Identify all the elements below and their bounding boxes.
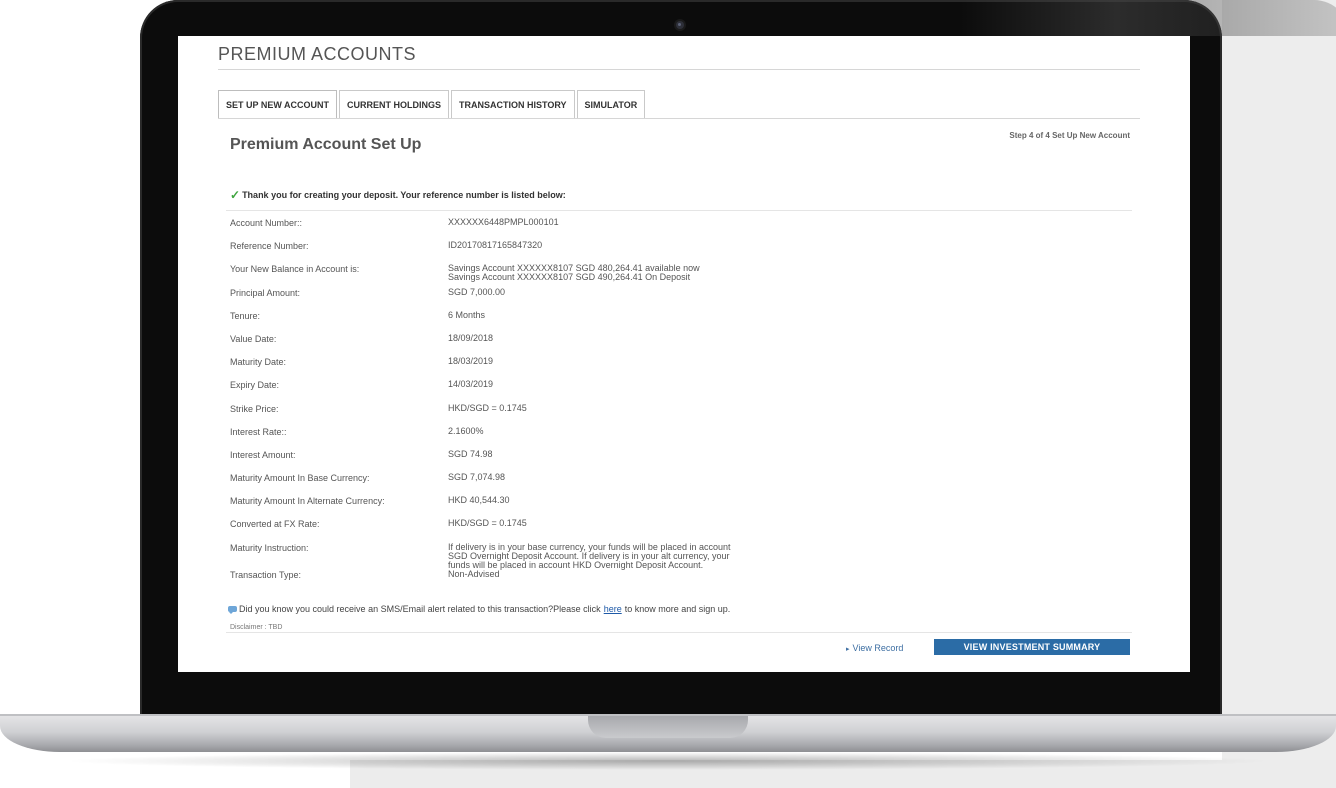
detail-row: Value Date: 18/09/2018 xyxy=(230,332,1130,357)
detail-row: Maturity Amount In Base Currency: SGD 7,0… xyxy=(230,473,1130,496)
check-icon: ✓ xyxy=(230,188,241,202)
detail-row: Transaction Type: Non-Advised xyxy=(230,568,1130,593)
detail-value: SGD 74.98 xyxy=(448,448,1130,473)
tab-current-holdings[interactable]: CURRENT HOLDINGS xyxy=(339,90,450,118)
page-title: Premium Account Set Up xyxy=(230,136,422,153)
detail-label: Transaction Type: xyxy=(230,569,302,580)
detail-row: Strike Price: HKD/SGD = 0.1745 xyxy=(230,402,1130,427)
detail-row: Interest Amount: SGD 74.98 xyxy=(230,448,1130,473)
detail-value: If delivery is in your base currency, yo… xyxy=(448,542,1130,570)
divider xyxy=(218,69,1140,70)
chat-icon xyxy=(228,606,237,614)
detail-label: Tenure: xyxy=(230,310,261,321)
detail-value: 14/03/2019 xyxy=(448,380,1130,403)
detail-label: Maturity Instruction: xyxy=(230,542,309,553)
divider xyxy=(218,118,1140,119)
detail-value-line: Non-Advised xyxy=(448,568,500,579)
detail-row: Tenure: 6 Months xyxy=(230,309,1130,334)
detail-value: XXXXXX6448PMPL000101 xyxy=(448,218,1130,241)
detail-value: 2.1600% xyxy=(448,425,1130,450)
backdrop xyxy=(1222,0,1336,788)
detail-row: Maturity Date: 18/03/2019 xyxy=(230,357,1130,380)
detail-row: Interest Rate:: 2.1600% xyxy=(230,425,1130,450)
detail-value: Savings Account XXXXXX8107 SGD 480,264.4… xyxy=(448,264,1130,287)
laptop-notch xyxy=(588,716,748,738)
detail-value: SGD 7,000.00 xyxy=(448,286,1130,311)
details-table: Account Number:: XXXXXX6448PMPL000101 Refe… xyxy=(230,218,1130,593)
detail-label: Value Date: xyxy=(230,333,277,344)
detail-value-line: 2.1600% xyxy=(448,425,484,436)
detail-label: Interest Rate:: xyxy=(230,426,287,437)
detail-value-line: funds will be placed in account HKD Over… xyxy=(448,559,704,570)
tab-simulator[interactable]: SIMULATOR xyxy=(576,90,646,118)
step-indicator: Step 4 of 4 Set Up New Account xyxy=(1009,131,1130,140)
tab-transaction-history[interactable]: TRANSACTION HISTORY xyxy=(451,90,575,118)
detail-label: Reference Number: xyxy=(230,241,309,252)
laptop-shadow xyxy=(60,752,1276,770)
detail-value: HKD/SGD = 0.1745 xyxy=(448,519,1130,542)
confirmation-message: ✓ Thank you for creating your deposit. Y… xyxy=(230,188,566,202)
detail-row: Maturity Amount In Alternate Currency: HK… xyxy=(230,496,1130,519)
detail-label: Your New Balance in Account is: xyxy=(230,264,360,275)
detail-value: 6 Months xyxy=(448,309,1130,334)
detail-value-line: SGD 7,074.98 xyxy=(448,472,506,483)
detail-value-line: Savings Account XXXXXX8107 SGD 490,264.4… xyxy=(448,272,691,283)
detail-value: 18/03/2019 xyxy=(448,357,1130,380)
tab-set-up-new-account[interactable]: SET UP NEW ACCOUNT xyxy=(218,90,338,118)
detail-label: Maturity Amount In Alternate Currency: xyxy=(230,496,385,507)
detail-row: Converted at FX Rate: HKD/SGD = 0.1745 xyxy=(230,519,1130,542)
view-investment-summary-button[interactable]: VIEW INVESTMENT SUMMARY xyxy=(934,639,1130,655)
detail-value-line: SGD 7,000.00 xyxy=(448,286,506,297)
disclaimer: Disclaimer : TBD xyxy=(230,624,283,631)
detail-label: Maturity Amount In Base Currency: xyxy=(230,473,370,484)
detail-label: Maturity Date: xyxy=(230,357,287,368)
detail-value: ID20170817165847320 xyxy=(448,241,1130,264)
detail-label: Strike Price: xyxy=(230,403,279,414)
divider xyxy=(226,632,1132,633)
detail-label: Principal Amount: xyxy=(230,287,301,298)
detail-row: Expiry Date: 14/03/2019 xyxy=(230,380,1130,403)
detail-value-line: XXXXXX6448PMPL000101 xyxy=(448,217,559,227)
detail-label: Expiry Date: xyxy=(230,380,280,391)
detail-value-line: SGD 74.98 xyxy=(448,448,493,459)
detail-value-line: HKD 40,544.30 xyxy=(448,495,510,506)
tab-bar: SET UP NEW ACCOUNT CURRENT HOLDINGS TRAN… xyxy=(218,90,647,118)
detail-value: HKD/SGD = 0.1745 xyxy=(448,402,1130,427)
detail-row: Maturity Instruction: If delivery is in y… xyxy=(230,542,1130,570)
app-title: PREMIUM ACCOUNTS xyxy=(218,44,417,64)
detail-row: Principal Amount: SGD 7,000.00 xyxy=(230,286,1130,311)
screen: PREMIUM ACCOUNTS SET UP NEW ACCOUNT CURR… xyxy=(178,36,1190,672)
divider xyxy=(226,210,1132,211)
detail-value-line: 18/03/2019 xyxy=(448,356,494,367)
detail-value-line: 6 Months xyxy=(448,309,486,320)
here-link[interactable]: here xyxy=(604,604,622,614)
detail-value-line: HKD/SGD = 0.1745 xyxy=(448,402,527,413)
arrow-right-icon: ▸ xyxy=(846,646,850,653)
detail-row: Your New Balance in Account is: Savings A… xyxy=(230,264,1130,287)
detail-row: Reference Number: ID20170817165847320 xyxy=(230,241,1130,264)
detail-value: SGD 7,074.98 xyxy=(448,473,1130,496)
detail-label: Converted at FX Rate: xyxy=(230,519,320,530)
alert-notice: Did you know you could receive an SMS/Em… xyxy=(228,604,730,614)
detail-value-line: 18/09/2018 xyxy=(448,332,494,343)
detail-value: Non-Advised xyxy=(448,568,1130,593)
detail-value: HKD 40,544.30 xyxy=(448,496,1130,519)
detail-label: Interest Amount: xyxy=(230,449,296,460)
detail-row: Account Number:: XXXXXX6448PMPL000101 xyxy=(230,218,1130,241)
detail-value-line: 14/03/2019 xyxy=(448,379,494,390)
detail-value: 18/09/2018 xyxy=(448,332,1130,357)
detail-value-line: ID20170817165847320 xyxy=(448,240,543,251)
view-record-label: View Record xyxy=(852,643,904,653)
notice-text-end: to know more and sign up. xyxy=(624,604,731,614)
view-record-link[interactable]: ▸ View Record xyxy=(846,643,903,653)
detail-value-line: HKD/SGD = 0.1745 xyxy=(448,518,527,529)
camera-icon xyxy=(676,21,684,29)
detail-label: Account Number:: xyxy=(230,218,303,228)
lid-glare xyxy=(960,0,1336,36)
notice-text: Did you know you could receive an SMS/Em… xyxy=(239,604,601,614)
confirmation-text: Thank you for creating your deposit. You… xyxy=(242,190,566,200)
